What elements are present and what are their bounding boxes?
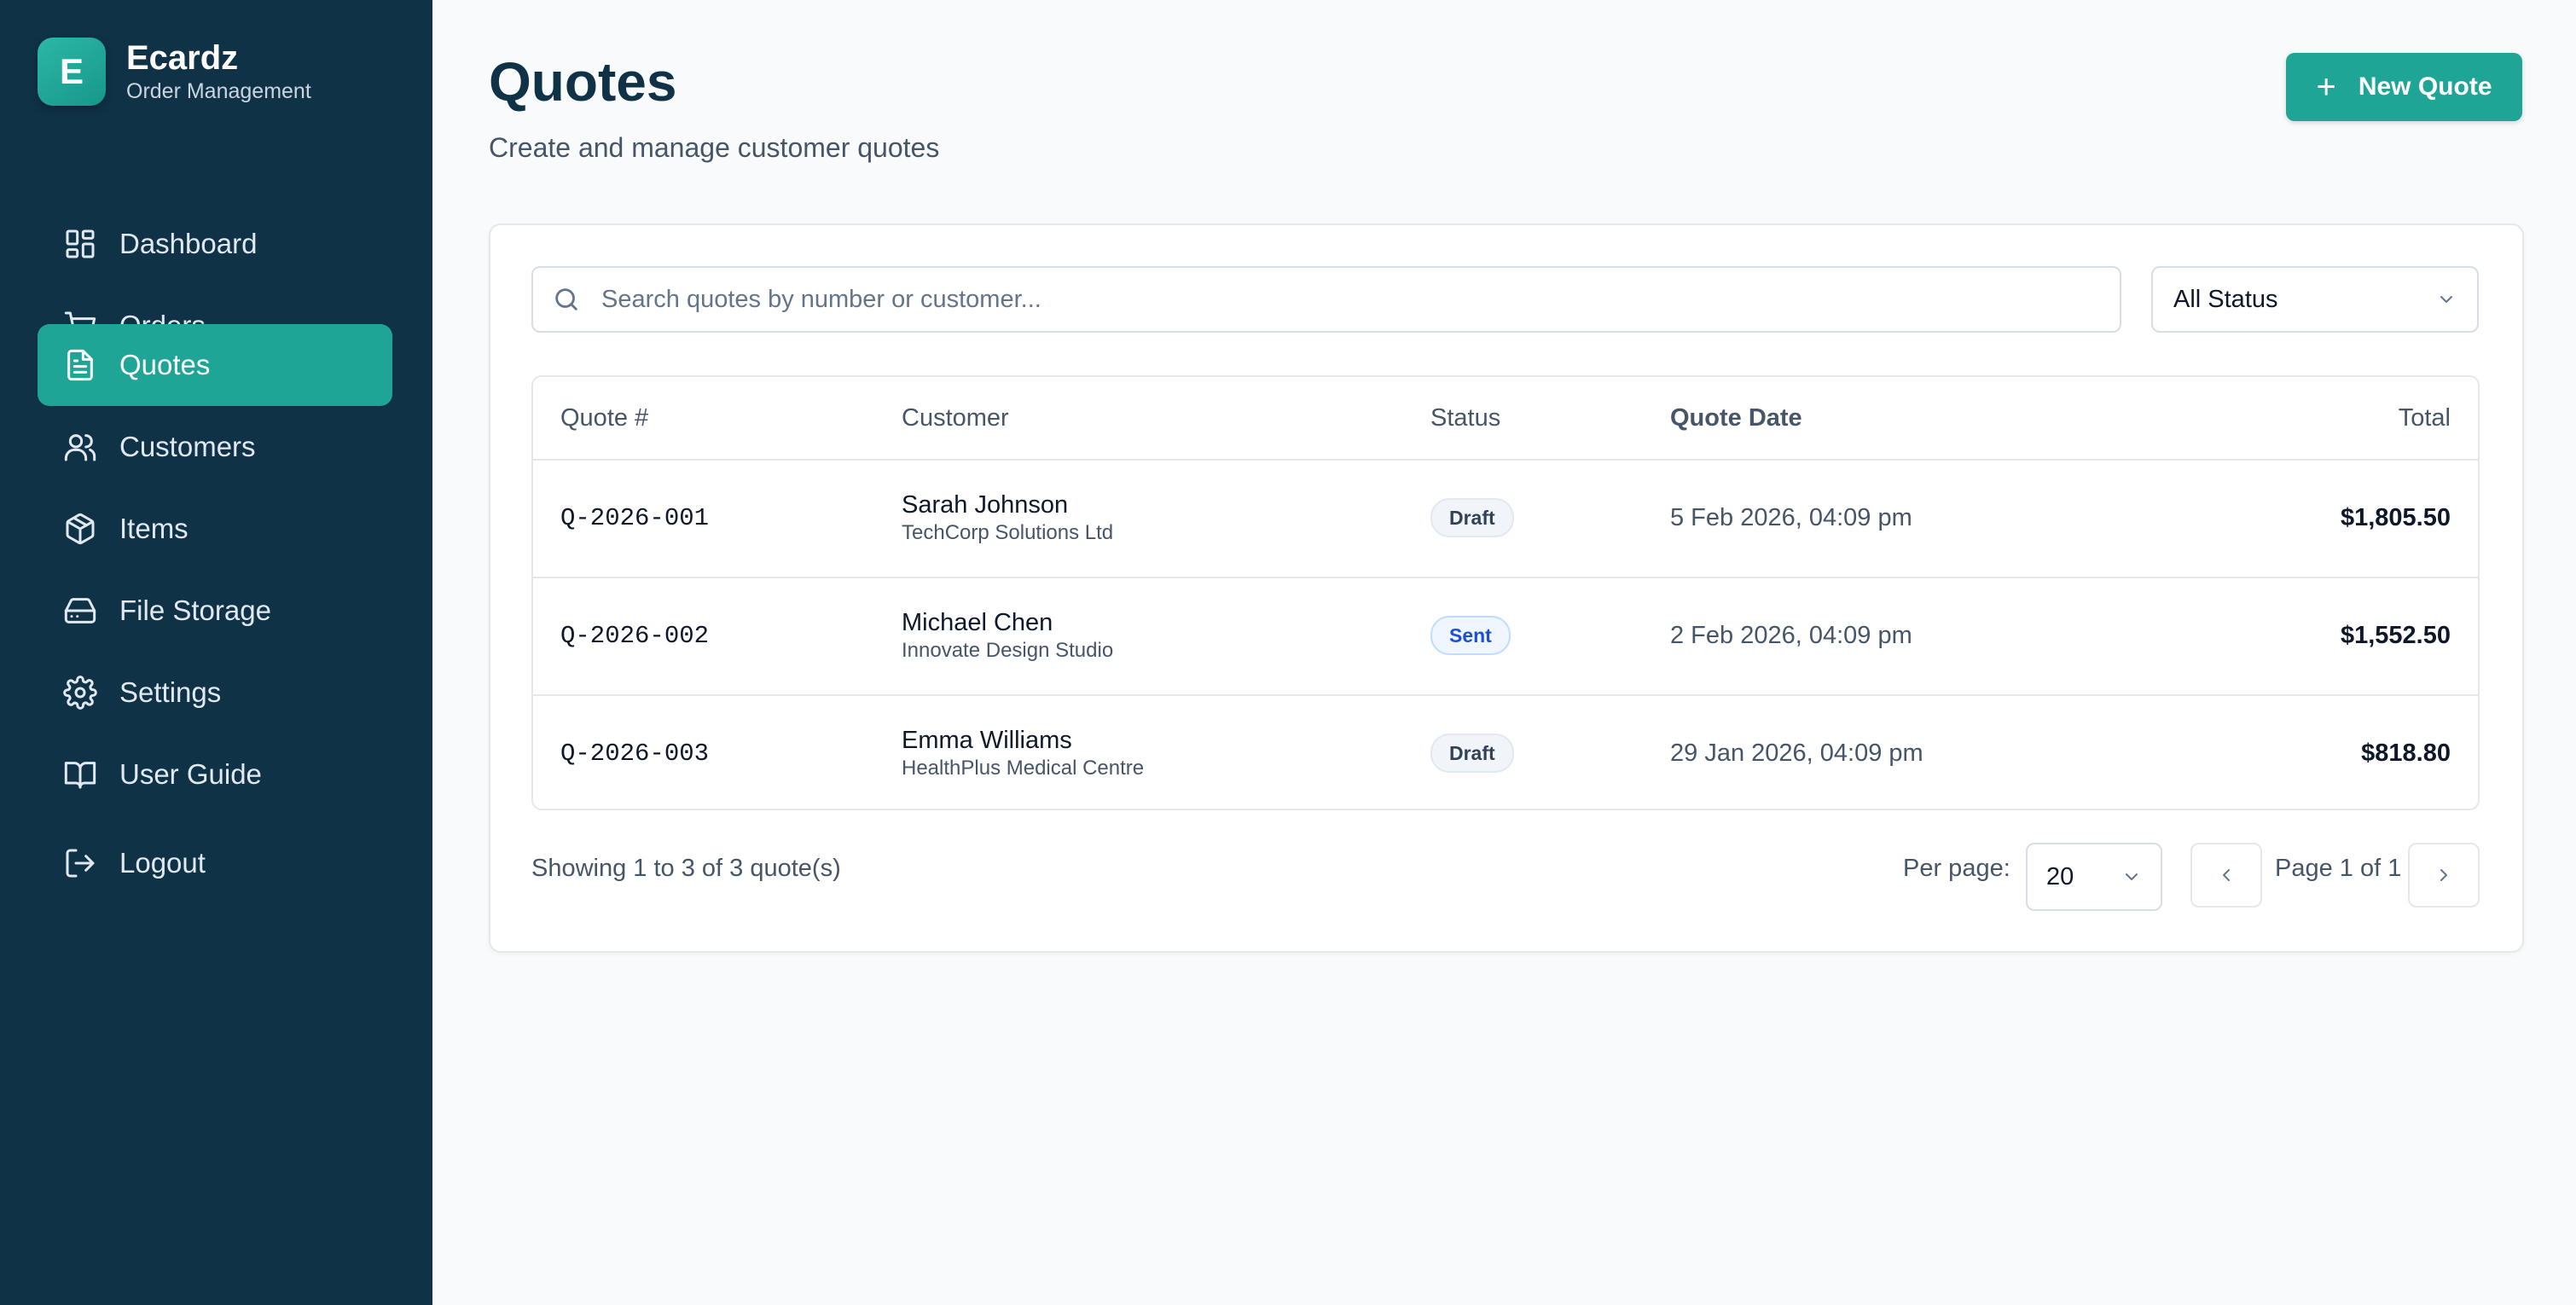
quote-date: 2 Feb 2026, 04:09 pm xyxy=(1670,621,1912,649)
logo: E xyxy=(38,38,106,106)
status-filter-select[interactable]: All Status xyxy=(2151,266,2479,333)
gear-icon xyxy=(63,676,97,710)
quote-number[interactable]: Q-2026-003 xyxy=(560,694,709,809)
customer-cell: Emma Williams HealthPlus Medical Centre xyxy=(902,694,1145,809)
status-cell: Sent xyxy=(1430,577,1511,694)
brand-text: Ecardz Order Management xyxy=(126,38,311,105)
brand-subtitle: Order Management xyxy=(126,79,311,103)
search-icon xyxy=(555,288,577,310)
sidebar-item-label: Customers xyxy=(119,431,256,462)
sidebar-item-items[interactable]: Items xyxy=(38,488,392,570)
logout-icon xyxy=(63,846,97,880)
app-root: E Ecardz Order Management Dashboard Quot… xyxy=(0,0,2576,1305)
status-cell: Draft xyxy=(1430,459,1514,577)
brand[interactable]: E Ecardz Order Management xyxy=(38,38,311,106)
sidebar-item-label: Settings xyxy=(119,676,222,708)
page-subtitle: Create and manage customer quotes xyxy=(489,132,940,163)
dashboard-icon xyxy=(63,227,97,261)
chevron-down-icon xyxy=(2440,296,2452,303)
quotes-card: All Status Quote # Customer Status Quote… xyxy=(489,223,2524,953)
box-icon xyxy=(63,512,97,546)
table-row[interactable]: Q-2026-001 Sarah Johnson TechCorp Soluti… xyxy=(533,459,2478,578)
sidebar-item-label: Items xyxy=(119,513,189,544)
sidebar-item-settings[interactable]: Settings xyxy=(38,652,392,734)
table-row[interactable]: Q-2026-003 Emma Williams HealthPlus Medi… xyxy=(533,694,2478,809)
sidebar-item-logout[interactable]: Logout xyxy=(38,822,392,904)
sidebar-item-label: File Storage xyxy=(119,594,271,626)
column-header-status[interactable]: Status xyxy=(1430,377,1500,459)
per-page-label: Per page: xyxy=(1903,855,2010,882)
search-box[interactable] xyxy=(531,266,2121,333)
per-page-value: 20 xyxy=(2046,862,2074,890)
status-badge: Draft xyxy=(1430,734,1514,773)
customer-name: Emma Williams xyxy=(902,727,1072,754)
sidebar: E Ecardz Order Management Dashboard Quot… xyxy=(0,0,432,1305)
results-summary: Showing 1 to 3 of 3 quote(s) xyxy=(531,855,841,882)
status-cell: Draft xyxy=(1430,694,1514,809)
customer-name: Sarah Johnson xyxy=(902,491,1069,519)
quote-number[interactable]: Q-2026-001 xyxy=(560,459,709,577)
chevron-down-icon xyxy=(2126,873,2138,880)
users-icon xyxy=(63,430,97,464)
page-title: Quotes xyxy=(489,51,677,113)
quote-date: 29 Jan 2026, 04:09 pm xyxy=(1670,739,1923,767)
table-row[interactable]: Q-2026-002 Michael Chen Innovate Design … xyxy=(533,577,2478,696)
quote-date: 5 Feb 2026, 04:09 pm xyxy=(1670,503,1912,531)
previous-page-button[interactable] xyxy=(2190,843,2262,908)
hard-drive-icon xyxy=(63,594,97,628)
search-input[interactable] xyxy=(600,284,2120,315)
book-icon xyxy=(63,757,97,792)
quote-total: $1,805.50 xyxy=(2340,503,2451,531)
customer-company: TechCorp Solutions Ltd xyxy=(902,521,1114,544)
sidebar-item-label: User Guide xyxy=(119,758,262,790)
chevron-right-icon xyxy=(2440,869,2447,881)
new-quote-label: New Quote xyxy=(2358,72,2492,101)
customer-company: Innovate Design Studio xyxy=(902,639,1114,662)
quote-number[interactable]: Q-2026-002 xyxy=(560,577,709,694)
column-header-customer[interactable]: Customer xyxy=(902,377,1009,459)
sidebar-item-file-storage[interactable]: File Storage xyxy=(38,570,392,652)
quote-total: $818.80 xyxy=(2361,739,2451,767)
sidebar-item-quotes[interactable]: Quotes xyxy=(38,324,392,406)
per-page-select[interactable]: 20 xyxy=(2026,843,2162,911)
status-badge: Sent xyxy=(1430,616,1511,655)
sidebar-item-dashboard[interactable]: Dashboard xyxy=(38,203,392,285)
plus-icon: + xyxy=(2316,68,2336,106)
sidebar-item-user-guide[interactable]: User Guide xyxy=(38,734,392,815)
table-header: Quote # Customer Status Quote Date Total xyxy=(533,377,2478,461)
column-header-quote-number[interactable]: Quote # xyxy=(560,377,648,459)
sidebar-item-label: Dashboard xyxy=(119,228,258,259)
sidebar-item-customers[interactable]: Customers xyxy=(38,406,392,488)
brand-name: Ecardz xyxy=(126,39,239,77)
column-header-total[interactable]: Total xyxy=(2399,377,2451,459)
page-indicator: Page 1 of 1 xyxy=(2275,855,2402,882)
next-page-button[interactable] xyxy=(2408,843,2480,908)
document-icon xyxy=(63,348,97,382)
quotes-table: Quote # Customer Status Quote Date Total… xyxy=(531,375,2480,810)
column-header-quote-date[interactable]: Quote Date xyxy=(1670,377,1802,459)
chevron-left-icon xyxy=(2223,869,2230,881)
new-quote-button[interactable]: + New Quote xyxy=(2286,53,2522,121)
customer-cell: Michael Chen Innovate Design Studio xyxy=(902,577,1113,694)
customer-company: HealthPlus Medical Centre xyxy=(902,757,1145,780)
status-filter-value: All Status xyxy=(2173,285,2278,313)
customer-name: Michael Chen xyxy=(902,609,1053,636)
status-badge: Draft xyxy=(1430,498,1514,537)
quote-total: $1,552.50 xyxy=(2340,621,2451,649)
sidebar-item-label: Logout xyxy=(119,847,206,879)
customer-cell: Sarah Johnson TechCorp Solutions Ltd xyxy=(902,459,1113,577)
sidebar-item-label: Quotes xyxy=(119,349,211,380)
